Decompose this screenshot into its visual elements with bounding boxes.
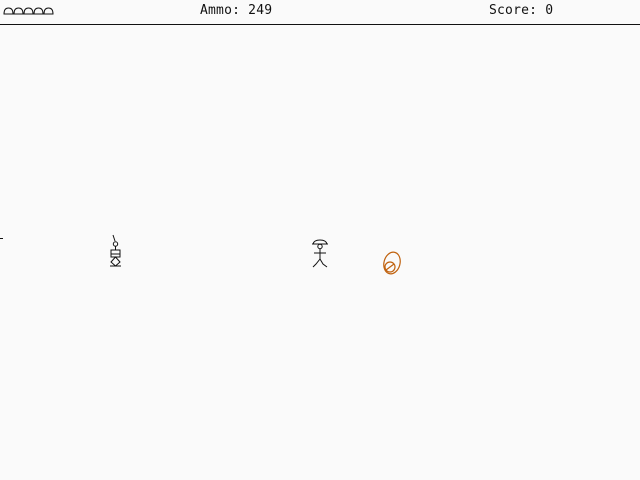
- score-label: Score:: [489, 3, 538, 18]
- ammo-value: 249: [248, 3, 273, 18]
- score-value: 0: [545, 3, 554, 18]
- life-icon: [43, 7, 54, 15]
- score-counter: Score: 0: [489, 3, 553, 18]
- ammo-label: Ammo:: [200, 3, 241, 18]
- life-icon: [3, 7, 14, 15]
- edge-marker: [0, 238, 3, 239]
- life-icon: [13, 7, 24, 15]
- life-icon: [23, 7, 34, 15]
- game-screen[interactable]: Ammo: 249 Score: 0: [0, 0, 640, 480]
- orange-capsule-icon[interactable]: [380, 249, 404, 277]
- ammo-counter: Ammo: 249: [200, 3, 272, 18]
- robot-turret-icon: [110, 234, 121, 267]
- hud-bar: Ammo: 249 Score: 0: [0, 0, 640, 25]
- lives-indicator: [3, 7, 54, 15]
- stick-figure-hat-icon[interactable]: [309, 238, 331, 270]
- life-icon: [33, 7, 44, 15]
